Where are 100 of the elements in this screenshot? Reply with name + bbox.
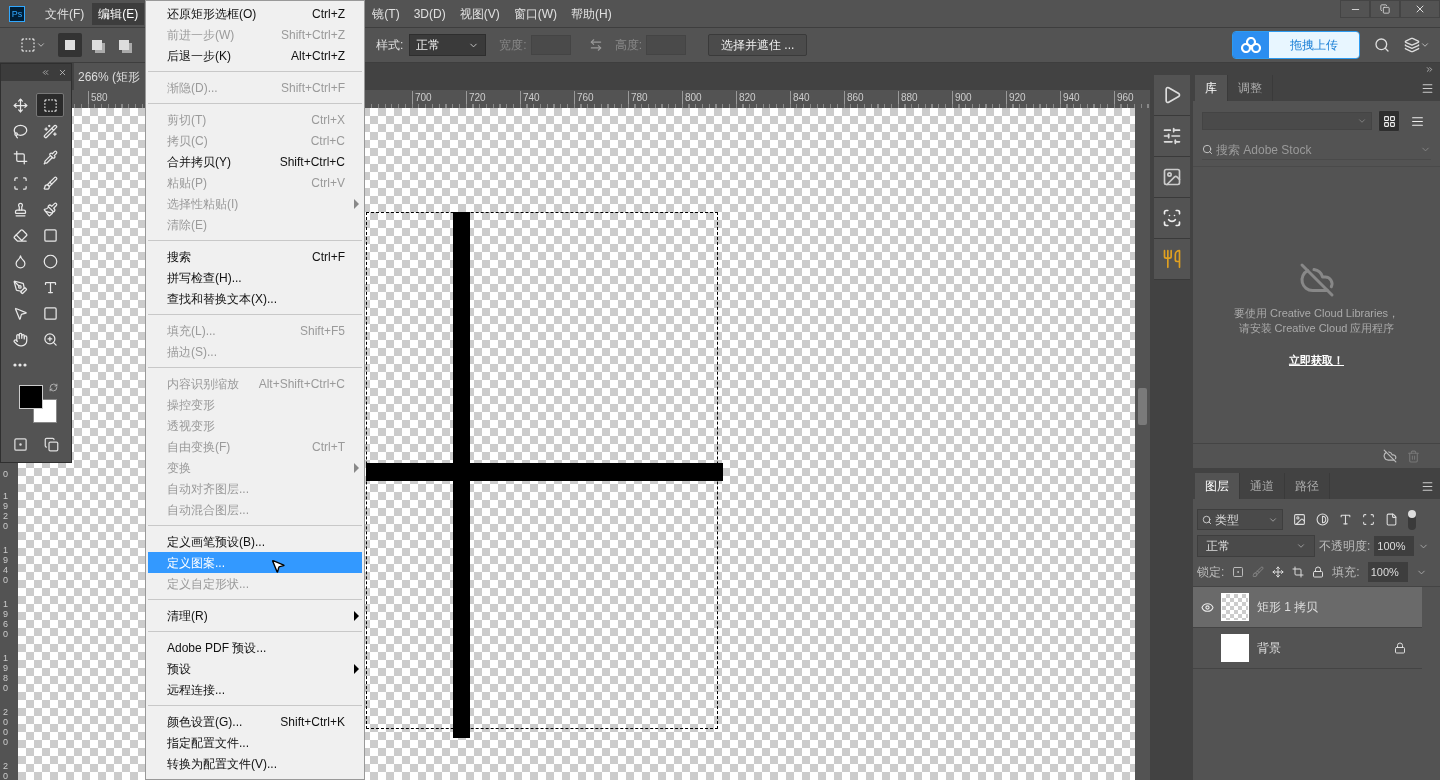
menu-item[interactable]: 搜索 Ctrl+F	[148, 246, 362, 267]
ruler-label: 880	[898, 91, 952, 104]
style-dropdown[interactable]: 正常	[409, 34, 487, 56]
select-and-mask-button[interactable]: 选择并遮住 ...	[708, 34, 808, 56]
menu-item[interactable]: 查找和替换文本(X)...	[148, 288, 362, 309]
menu-bar-item[interactable]: 文件(F)	[39, 2, 91, 25]
grid-view-button[interactable]	[1378, 110, 1400, 132]
smart-object-filter-icon	[1385, 513, 1398, 526]
menu-item[interactable]: 远程连接...	[148, 679, 362, 700]
person-frame-icon	[1162, 208, 1182, 228]
list-icon	[1410, 114, 1424, 128]
fill-field[interactable]: 100%	[1367, 562, 1408, 582]
background-color-swatch[interactable]	[19, 385, 43, 409]
eraser-icon	[12, 227, 28, 243]
ruler-label: 1960	[3, 600, 9, 641]
adjustment-filter-icon	[1316, 513, 1329, 526]
caret-icon	[36, 40, 46, 50]
menu-bar-item[interactable]: 窗口(W)	[507, 2, 563, 25]
menu-item[interactable]: 定义画笔预设(B)...	[148, 531, 362, 552]
menu-item[interactable]: 后退一步(K) Alt+Ctrl+Z	[148, 45, 362, 66]
lasso-icon	[12, 123, 28, 139]
image-filter-icon	[1293, 513, 1306, 526]
eyedropper-icon	[42, 149, 58, 165]
selection-mode-button[interactable]	[58, 33, 82, 57]
blend-mode-dropdown[interactable]: 正常	[1197, 535, 1315, 557]
quick-mask-icon	[13, 437, 28, 452]
pen-icon	[12, 279, 28, 295]
ruler-label: 1980	[3, 654, 9, 695]
opacity-field[interactable]: 100%	[1374, 536, 1415, 556]
person-frame-panel-button[interactable]	[1154, 198, 1190, 239]
shape-filter-icon	[1362, 513, 1375, 526]
get-now-link[interactable]: 立即获取！	[1289, 352, 1344, 369]
tool-preset-picker[interactable]	[20, 37, 46, 53]
close-icon	[58, 68, 67, 77]
menu-item[interactable]: 转换为配置文件(V)...	[148, 753, 362, 774]
search-icon	[1202, 144, 1213, 155]
wand-icon	[42, 123, 58, 139]
menu-item[interactable]: 颜色设置(G)... Shift+Ctrl+K	[148, 711, 362, 732]
ruler-label: 700	[412, 91, 466, 104]
opacity-label: 不透明度:	[1319, 538, 1371, 555]
ruler-label: 2000	[3, 708, 9, 749]
lock-all-icon	[1312, 566, 1325, 578]
menu-bar-item[interactable]: 3D(D)	[407, 2, 452, 25]
menu-item[interactable]: 拼写检查(H)...	[148, 267, 362, 288]
menu-item[interactable]: 指定配置文件...	[148, 732, 362, 753]
menu-bar-item[interactable]: 镜(T)	[366, 2, 406, 25]
workspace-button[interactable]	[1404, 37, 1430, 53]
crossed-tools-panel-button[interactable]	[1154, 239, 1190, 280]
frame-icon	[12, 175, 28, 191]
cloud-off-icon	[1383, 449, 1397, 463]
submenu-arrow-icon	[354, 663, 359, 674]
image-panel-button[interactable]	[1154, 157, 1190, 198]
menu-item[interactable]: 预设	[148, 658, 362, 679]
ruler-label: 820	[736, 91, 790, 104]
lock-brush-icon	[1252, 566, 1265, 578]
layer-row[interactable]: 矩形 1 拷贝	[1193, 587, 1422, 628]
layer-filter-dropdown[interactable]: 类型	[1197, 509, 1283, 530]
crop-icon	[12, 149, 28, 165]
menu-item[interactable]: 还原矩形选框(O) Ctrl+Z	[148, 3, 362, 24]
ruler-label: 860	[844, 91, 898, 104]
ruler-label: 0	[3, 470, 9, 481]
tool-button[interactable]	[36, 93, 64, 117]
tool-icon	[42, 227, 58, 243]
upload-button[interactable]: 拖拽上传	[1232, 31, 1360, 59]
panel-menu-icon	[1421, 479, 1434, 493]
sliders-panel-button[interactable]	[1154, 116, 1190, 157]
grid-icon	[1382, 114, 1396, 128]
menu-item[interactable]: 合并拷贝(Y) Shift+Ctrl+C	[148, 151, 362, 172]
submenu-arrow-icon	[354, 462, 359, 473]
stamp-icon	[12, 201, 28, 217]
more-icon	[13, 363, 27, 367]
play-panel-button[interactable]	[1154, 75, 1190, 116]
ruler-label: 20	[3, 762, 9, 780]
layer-name: 矩形 1 拷贝	[1257, 599, 1319, 616]
zoom-icon	[42, 331, 58, 347]
rectangle-icon	[42, 305, 58, 321]
restore-icon	[1380, 4, 1390, 14]
ruler-label: 840	[790, 91, 844, 104]
swap-icon[interactable]	[588, 38, 603, 52]
cloud-off-icon	[1298, 262, 1335, 298]
menu-item[interactable]: 清理(R)	[148, 605, 362, 626]
cursor-icon	[270, 558, 286, 574]
menu-bar-item[interactable]: 视图(V)	[453, 2, 506, 25]
menu-bar-item[interactable]: 编辑(E)	[92, 2, 145, 25]
search-icon[interactable]	[1374, 37, 1390, 53]
sliders-icon	[1162, 126, 1182, 146]
restore-button[interactable]	[1370, 0, 1400, 18]
circle-icon	[42, 253, 58, 269]
panel-tab[interactable]: 图层	[1195, 473, 1240, 499]
marquee-icon	[42, 97, 58, 113]
cloud-icon	[1241, 37, 1261, 53]
submenu-arrow-icon	[354, 610, 359, 621]
panel-tab[interactable]: 库	[1195, 75, 1228, 101]
type-filter-icon	[1339, 513, 1352, 526]
menu-bar-item[interactable]: 帮助(H)	[565, 2, 618, 25]
close-icon	[1414, 3, 1426, 15]
layer-name: 背景	[1257, 640, 1281, 657]
filter-toggle[interactable]	[1408, 509, 1416, 530]
menu-item[interactable]: Adobe PDF 预设...	[148, 637, 362, 658]
marquee-icon	[20, 37, 36, 53]
